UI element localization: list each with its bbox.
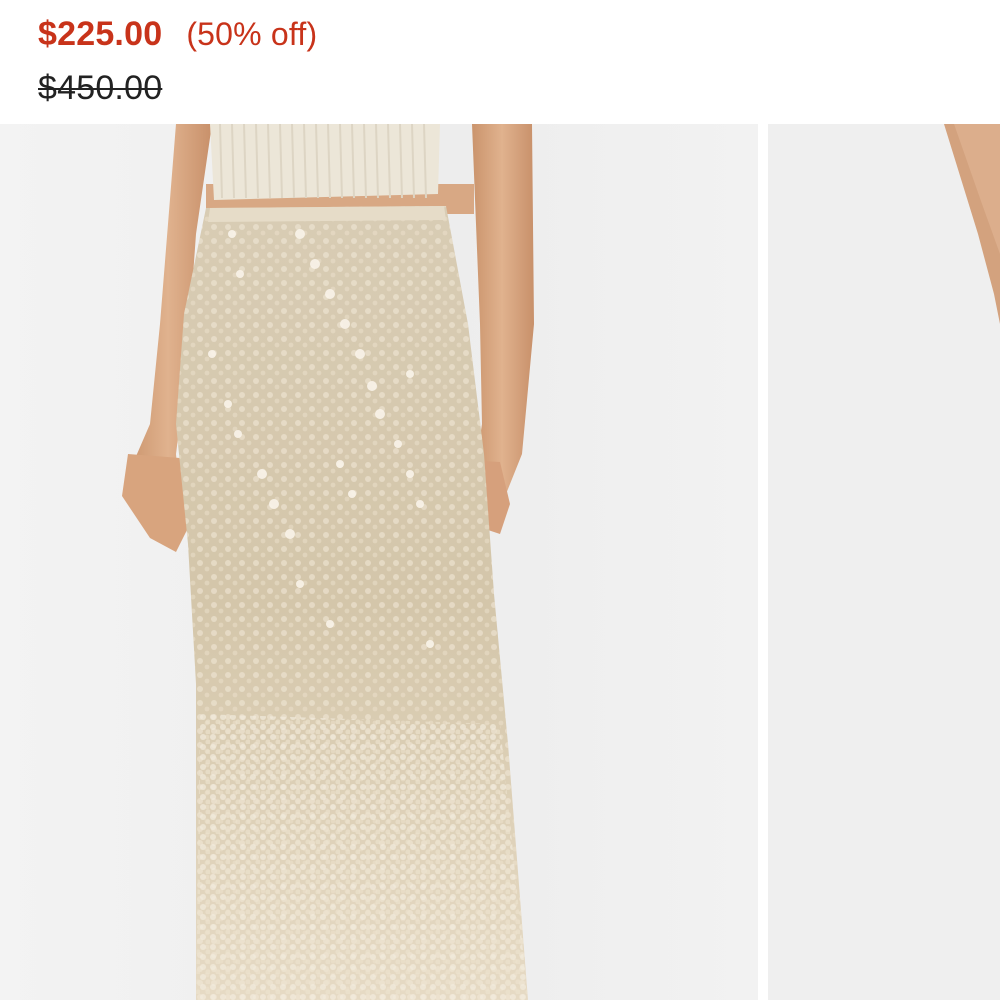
sale-row: $225.00 (50% off) [38, 12, 438, 60]
original-price: $450.00 [38, 69, 163, 107]
sale-price: $225.00 [38, 15, 163, 53]
price-block: $225.00 (50% off) $450.00 [38, 12, 438, 112]
skirt-front-image [0, 124, 758, 1000]
skirt-side-image [768, 124, 1000, 1000]
product-page: $225.00 (50% off) $450.00 [0, 0, 1000, 1000]
product-image-side[interactable] [768, 124, 1000, 1000]
discount-label: (50% off) [186, 16, 318, 52]
product-image-front[interactable] [0, 124, 758, 1000]
product-image-carousel[interactable] [0, 124, 1000, 1000]
